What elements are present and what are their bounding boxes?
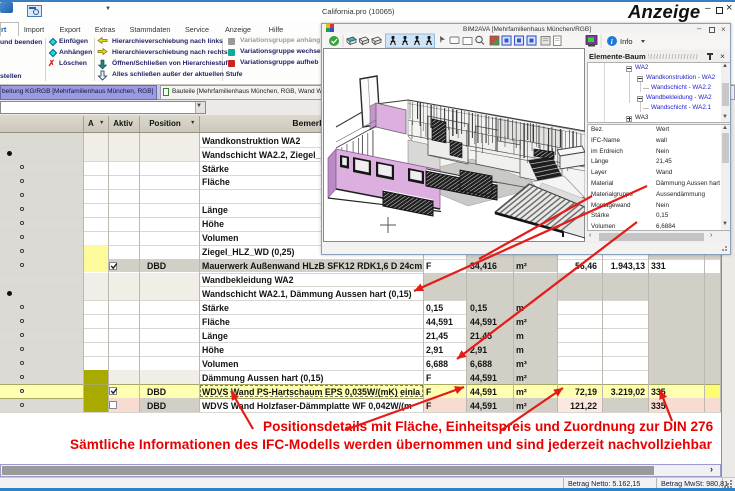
svg-text:Info: Info	[620, 37, 633, 46]
